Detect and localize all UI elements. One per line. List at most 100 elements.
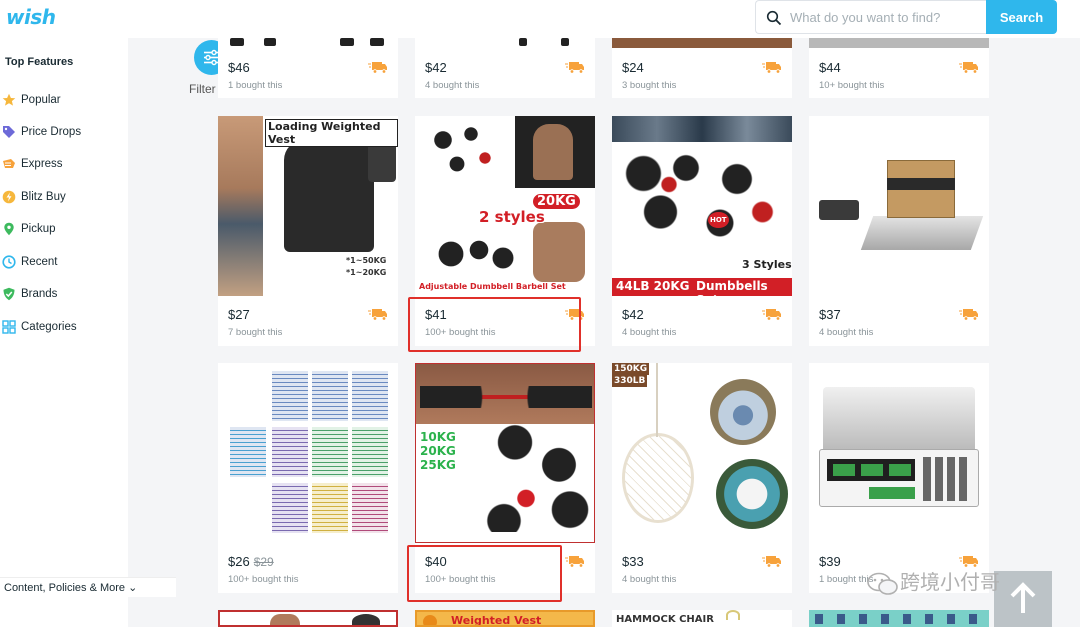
product-image: HOT 3 Styles 44LB 20KG Dumbbells Set xyxy=(612,116,792,296)
product-image xyxy=(809,363,989,543)
product-image xyxy=(415,38,595,48)
location-pin-icon xyxy=(4,222,14,236)
product-card[interactable]: HAMMOCK CHAIR xyxy=(612,610,792,627)
product-card[interactable]: $37 4 bought this xyxy=(809,116,989,346)
product-bought-count: 7 bought this xyxy=(228,327,283,338)
sidebar-item-price-drops[interactable]: Price Drops xyxy=(0,122,128,142)
product-card[interactable]: Loading Weighted Vest *1~50KG *1~20KG $2… xyxy=(218,116,398,346)
thumb-text: Loading Weighted Vest xyxy=(265,119,398,147)
product-price: $44 xyxy=(819,60,841,75)
sidebar-item-label: Price Drops xyxy=(21,126,82,138)
product-bought-count: 4 bought this xyxy=(622,327,677,338)
thumb-text: HOT xyxy=(708,212,729,228)
scroll-to-top-button[interactable] xyxy=(994,571,1052,627)
sidebar-item-recent[interactable]: Recent xyxy=(0,252,128,272)
shipping-truck-icon xyxy=(368,62,387,74)
sidebar-item-categories[interactable]: Categories xyxy=(0,317,128,337)
product-card[interactable]: Weighted Vest xyxy=(415,610,595,627)
lightning-icon xyxy=(2,190,16,204)
shipping-truck-icon xyxy=(565,62,584,74)
watermark: 跨境小付哥 xyxy=(866,566,1000,596)
product-image: 2 styles 20KG Adjustable Dumbbell Barbel… xyxy=(415,116,595,296)
product-price: $39 xyxy=(819,554,841,569)
sidebar-item-blitz-buy[interactable]: Blitz Buy xyxy=(0,187,128,207)
wechat-icon xyxy=(867,572,898,595)
thumb-text: 25KG xyxy=(420,458,456,472)
thumb-text: 10KG xyxy=(420,430,456,444)
search-input[interactable] xyxy=(790,1,985,33)
tag-icon xyxy=(3,126,15,138)
product-bought-count: 4 bought this xyxy=(622,574,677,585)
product-card[interactable] xyxy=(218,610,398,627)
thumb-text: 150KG xyxy=(612,363,650,375)
sidebar-footer-link[interactable]: Content, Policies & More ⌄ xyxy=(0,577,176,597)
shipping-truck-icon xyxy=(959,309,978,321)
grid-icon xyxy=(2,320,16,334)
thumb-text: 20KG xyxy=(533,194,580,209)
thumb-text: *1~50KG xyxy=(346,256,387,265)
sidebar-item-label: Blitz Buy xyxy=(21,191,66,203)
product-image xyxy=(809,38,989,48)
shield-check-icon xyxy=(3,287,15,301)
sidebar: Top Features Popular Price Drops Express… xyxy=(0,38,128,627)
product-image: 10KG 20KG 25KG xyxy=(415,363,595,543)
product-image: Loading Weighted Vest *1~50KG *1~20KG xyxy=(218,116,398,296)
product-card[interactable] xyxy=(809,610,989,627)
thumb-text: 20KG xyxy=(420,444,456,458)
search-box xyxy=(755,0,988,34)
shipping-truck-icon xyxy=(762,62,781,74)
sidebar-item-label: Brands xyxy=(21,288,58,300)
search-button[interactable]: Search xyxy=(986,0,1057,34)
sidebar-item-pickup[interactable]: Pickup xyxy=(0,219,128,239)
product-bought-count: 100+ bought this xyxy=(425,574,496,585)
product-image xyxy=(809,610,989,627)
product-bought-count: 1 bought this xyxy=(228,80,283,91)
thumb-text: *1~20KG xyxy=(346,268,387,277)
arrow-up-icon xyxy=(1010,582,1036,613)
product-price: $37 xyxy=(819,307,841,322)
product-card[interactable]: $24 3 bought this xyxy=(612,38,792,98)
shipping-truck-icon xyxy=(368,309,387,321)
product-price: $42 xyxy=(425,60,447,75)
product-card[interactable]: 10KG 20KG 25KG $40 100+ bought this xyxy=(415,363,595,593)
current-price: $26 xyxy=(228,554,250,569)
product-price: $42 xyxy=(622,307,644,322)
product-bought-count: 4 bought this xyxy=(425,80,480,91)
product-card[interactable]: 2 styles 20KG Adjustable Dumbbell Barbel… xyxy=(415,116,595,346)
clock-icon xyxy=(2,255,16,269)
product-image xyxy=(218,610,398,627)
sidebar-item-express[interactable]: Express xyxy=(0,154,128,174)
sidebar-item-popular[interactable]: Popular xyxy=(0,90,128,110)
thumb-text: Dumbbells Set xyxy=(696,279,768,296)
product-image xyxy=(218,38,398,48)
product-image xyxy=(612,38,792,48)
sidebar-item-label: Popular xyxy=(21,94,61,106)
sidebar-item-label: Categories xyxy=(21,321,77,333)
product-card[interactable]: HOT 3 Styles 44LB 20KG Dumbbells Set $42… xyxy=(612,116,792,346)
product-card[interactable]: $39 1 bought this xyxy=(809,363,989,593)
header: wish Search xyxy=(0,0,1080,38)
product-bought-count: 10+ bought this xyxy=(819,80,885,91)
product-card[interactable]: $46 1 bought this xyxy=(218,38,398,98)
wish-logo[interactable]: wish xyxy=(6,5,56,29)
product-card[interactable]: $26 $29 100+ bought this xyxy=(218,363,398,593)
sidebar-item-label: Recent xyxy=(21,256,58,268)
shipping-truck-icon xyxy=(565,556,584,568)
thumb-text: 330LB xyxy=(612,375,648,387)
product-image: HAMMOCK CHAIR xyxy=(612,610,792,627)
thumb-text: 44LB 20KG xyxy=(616,279,690,293)
product-card[interactable]: $42 4 bought this xyxy=(415,38,595,98)
product-card[interactable]: $44 10+ bought this xyxy=(809,38,989,98)
product-image: Weighted Vest xyxy=(415,610,595,627)
product-image xyxy=(218,363,398,543)
product-card[interactable]: 150KG 330LB $33 4 bought this xyxy=(612,363,792,593)
product-price: $46 xyxy=(228,60,250,75)
star-icon xyxy=(2,93,16,106)
product-price: $24 xyxy=(622,60,644,75)
sidebar-title: Top Features xyxy=(5,56,74,68)
product-price: $33 xyxy=(622,554,644,569)
sidebar-item-brands[interactable]: Brands xyxy=(0,284,128,304)
shipping-truck-icon xyxy=(959,62,978,74)
product-bought-count: 3 bought this xyxy=(622,80,677,91)
watermark-text: 跨境小付哥 xyxy=(900,570,1000,594)
